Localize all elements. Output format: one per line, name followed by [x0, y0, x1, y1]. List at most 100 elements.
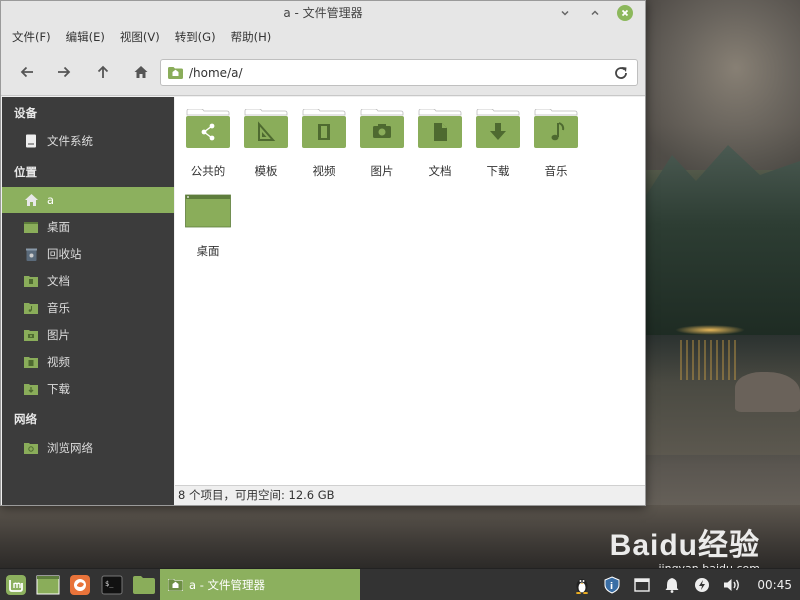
wallpaper-lights [675, 325, 745, 335]
firefox-icon [70, 575, 90, 595]
reload-button[interactable] [611, 63, 631, 83]
file-manager-window: a - 文件管理器 文件(F) 编辑(E) 视图(V) 转到(G) 帮助(H) [0, 0, 646, 506]
show-desktop-button[interactable] [35, 572, 61, 598]
firefox-launcher[interactable] [67, 572, 93, 598]
folder-label: 文档 [428, 164, 452, 178]
folder-label: 音乐 [544, 164, 568, 178]
sidebar-item-downloads[interactable]: 下载 [2, 376, 174, 402]
terminal-icon: $_ [101, 575, 123, 595]
back-button[interactable] [16, 61, 38, 83]
chevron-down-icon [561, 10, 569, 16]
folder-downloads[interactable]: 下载 [470, 108, 526, 179]
arrow-left-icon [20, 66, 33, 78]
sidebar-item-videos[interactable]: 视频 [2, 349, 174, 375]
close-icon [621, 9, 629, 17]
sidebar-item-pictures[interactable]: 图片 [2, 322, 174, 348]
taskbar-window-label: a - 文件管理器 [189, 578, 266, 592]
sidebar-item-trash[interactable]: 回收站 [2, 241, 174, 267]
sidebar-header-network: 网络 [14, 412, 37, 426]
file-view[interactable]: 公共的 模板 视频 图片 文档 下载 音乐 桌面 [175, 97, 645, 485]
update-manager-icon[interactable]: i [603, 576, 621, 594]
downloads-folder-icon [24, 383, 38, 396]
taskbar-window-file-manager[interactable]: a - 文件管理器 [160, 569, 360, 600]
terminal-launcher[interactable]: $_ [99, 572, 125, 598]
sidebar-item-music[interactable]: 音乐 [2, 295, 174, 321]
location-path: /home/a/ [189, 65, 243, 80]
linux-mint-icon [6, 575, 26, 595]
menu-view[interactable]: 视图(V) [120, 29, 160, 45]
notification-bell-icon[interactable] [663, 576, 681, 594]
tux-icon[interactable] [573, 576, 591, 594]
window-title: a - 文件管理器 [283, 6, 363, 20]
home-icon [134, 66, 148, 78]
folder-label: 视频 [312, 164, 336, 178]
reload-icon [615, 67, 627, 79]
menu-go[interactable]: 转到(G) [175, 29, 216, 45]
home-button[interactable] [130, 61, 152, 83]
folder-label: 桌面 [196, 244, 220, 258]
window-controls [557, 5, 633, 21]
network-folder-icon [24, 442, 38, 455]
music-note-icon [533, 108, 579, 149]
window-titlebar[interactable]: a - 文件管理器 [1, 1, 645, 25]
folder-icon [168, 66, 183, 79]
svg-text:i: i [610, 582, 613, 592]
template-icon [243, 108, 289, 149]
folder-label: 公共的 [190, 164, 226, 178]
svg-text:$_: $_ [105, 580, 114, 588]
trash-icon [24, 248, 38, 261]
sidebar-item-home[interactable]: a [2, 187, 174, 213]
menubar: 文件(F) 编辑(E) 视图(V) 转到(G) 帮助(H) [1, 25, 645, 49]
pictures-folder-icon [24, 329, 38, 342]
folder-public[interactable]: 公共的 [180, 108, 236, 179]
status-bar: 8 个项目，可用空间: 12.6 GB [175, 485, 645, 505]
taskbar: $_ a - 文件管理器 i 00:45 [0, 568, 800, 600]
sidebar-item-label: 浏览网络 [47, 441, 93, 455]
arrow-up-icon [97, 65, 109, 78]
wallpaper-mountain [640, 145, 800, 345]
music-folder-icon [24, 302, 38, 315]
wallpaper-clouds [640, 0, 800, 170]
volume-icon[interactable] [723, 576, 741, 594]
videos-folder-icon [24, 356, 38, 369]
menu-help[interactable]: 帮助(H) [231, 29, 272, 45]
menu-file[interactable]: 文件(F) [12, 29, 51, 45]
folder-icon [168, 579, 183, 591]
clock[interactable]: 00:45 [757, 578, 792, 592]
power-icon[interactable] [693, 576, 711, 594]
sidebar-item-browse-network[interactable]: 浏览网络 [2, 435, 174, 461]
folder-icon [133, 576, 155, 594]
location-bar[interactable]: /home/a/ [160, 59, 638, 86]
folder-label: 模板 [254, 164, 278, 178]
window-list-icon[interactable] [633, 576, 651, 594]
maximize-button[interactable] [587, 5, 603, 21]
film-icon [301, 108, 347, 149]
minimize-button[interactable] [557, 5, 573, 21]
mint-menu-button[interactable] [3, 572, 29, 598]
sidebar-item-label: 下载 [47, 382, 70, 396]
camera-icon [359, 108, 405, 149]
sidebar-item-documents[interactable]: 文档 [2, 268, 174, 294]
folder-desktop[interactable]: 桌面 [180, 193, 236, 259]
folder-music[interactable]: 音乐 [528, 108, 584, 179]
sidebar-item-desktop[interactable]: 桌面 [2, 214, 174, 240]
sidebar-item-filesystem[interactable]: 文件系统 [2, 128, 174, 154]
sidebar: 设备 文件系统 位置 a 桌面 回收站 文档 音乐 图片 视频 下载 网络 浏览… [2, 97, 174, 505]
menu-edit[interactable]: 编辑(E) [66, 29, 105, 45]
folder-templates[interactable]: 模板 [238, 108, 294, 179]
desktop-icon [24, 221, 38, 234]
download-arrow-icon [475, 108, 521, 149]
watermark-logo: Baidu经验 [609, 529, 760, 562]
forward-button[interactable] [53, 61, 75, 83]
folder-pictures[interactable]: 图片 [354, 108, 410, 179]
folder-label: 图片 [370, 164, 394, 178]
files-launcher[interactable] [131, 572, 157, 598]
sidebar-item-label: 音乐 [47, 301, 70, 315]
up-button[interactable] [92, 61, 114, 83]
wallpaper-reflection [680, 340, 740, 380]
folder-videos[interactable]: 视频 [296, 108, 352, 179]
folder-documents[interactable]: 文档 [412, 108, 468, 179]
sidebar-header-devices: 设备 [14, 106, 37, 120]
close-button[interactable] [617, 5, 633, 21]
desktop-icon [36, 575, 60, 595]
